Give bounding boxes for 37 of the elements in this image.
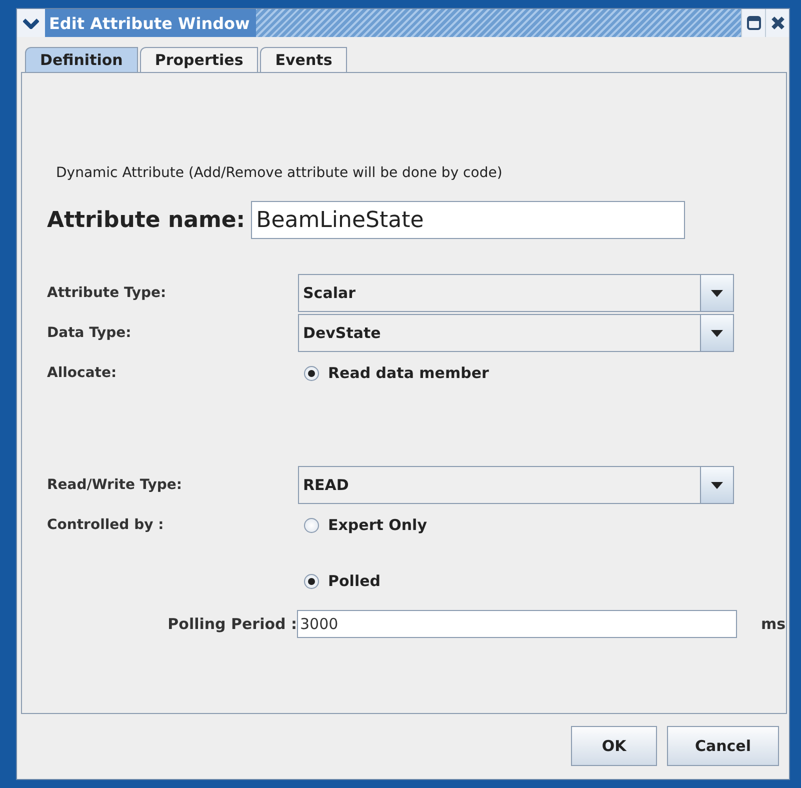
tab[interactable]: Properties bbox=[140, 47, 258, 72]
maximize-button[interactable] bbox=[741, 9, 765, 37]
field-label: Controlled by : bbox=[47, 517, 165, 533]
radio-button[interactable] bbox=[304, 366, 319, 380]
dropdown[interactable]: DevState bbox=[298, 314, 734, 352]
field-label: Attribute Type: bbox=[47, 285, 168, 301]
dropdown[interactable]: Scalar bbox=[298, 274, 734, 312]
radio-option[interactable]: Read data member bbox=[304, 364, 489, 382]
radio-option[interactable]: Polled bbox=[304, 572, 380, 590]
description-text: Dynamic Attribute (Add/Remove attribute will be done by code) bbox=[56, 165, 504, 181]
maximize-icon bbox=[746, 16, 760, 30]
window-title: Edit Attribute Window bbox=[49, 14, 250, 32]
dropdown-arrow-icon bbox=[711, 482, 723, 488]
polling-period-field[interactable]: 3000 bbox=[297, 610, 737, 638]
dropdown-button[interactable] bbox=[700, 275, 733, 311]
name-field[interactable]: BeamLineState bbox=[251, 201, 686, 239]
dropdown-button[interactable] bbox=[700, 315, 733, 351]
close-icon bbox=[770, 16, 784, 30]
close-button[interactable] bbox=[765, 9, 789, 37]
tab[interactable]: Definition bbox=[25, 47, 138, 72]
ok-button[interactable]: OK bbox=[571, 726, 657, 766]
dropdown-arrow-icon bbox=[711, 290, 723, 296]
cancel-button[interactable]: Cancel bbox=[667, 726, 779, 766]
radio-option[interactable]: Expert Only bbox=[304, 516, 427, 534]
tab[interactable]: Events bbox=[260, 47, 348, 72]
radio-button[interactable] bbox=[304, 518, 319, 532]
dropdown[interactable]: READ bbox=[298, 466, 734, 504]
unit-label: ms bbox=[761, 615, 786, 633]
field-label: Data Type: bbox=[47, 325, 132, 341]
field-label: Allocate: bbox=[47, 365, 118, 381]
radio-button[interactable] bbox=[304, 574, 319, 588]
chevron-down-icon[interactable] bbox=[23, 18, 39, 28]
dropdown-arrow-icon bbox=[711, 330, 723, 336]
dropdown-button[interactable] bbox=[700, 467, 733, 503]
field-label: Attribute name: bbox=[47, 208, 246, 232]
field-label: Polling Period : bbox=[166, 615, 297, 633]
field-label: Read/Write Type: bbox=[47, 477, 183, 493]
